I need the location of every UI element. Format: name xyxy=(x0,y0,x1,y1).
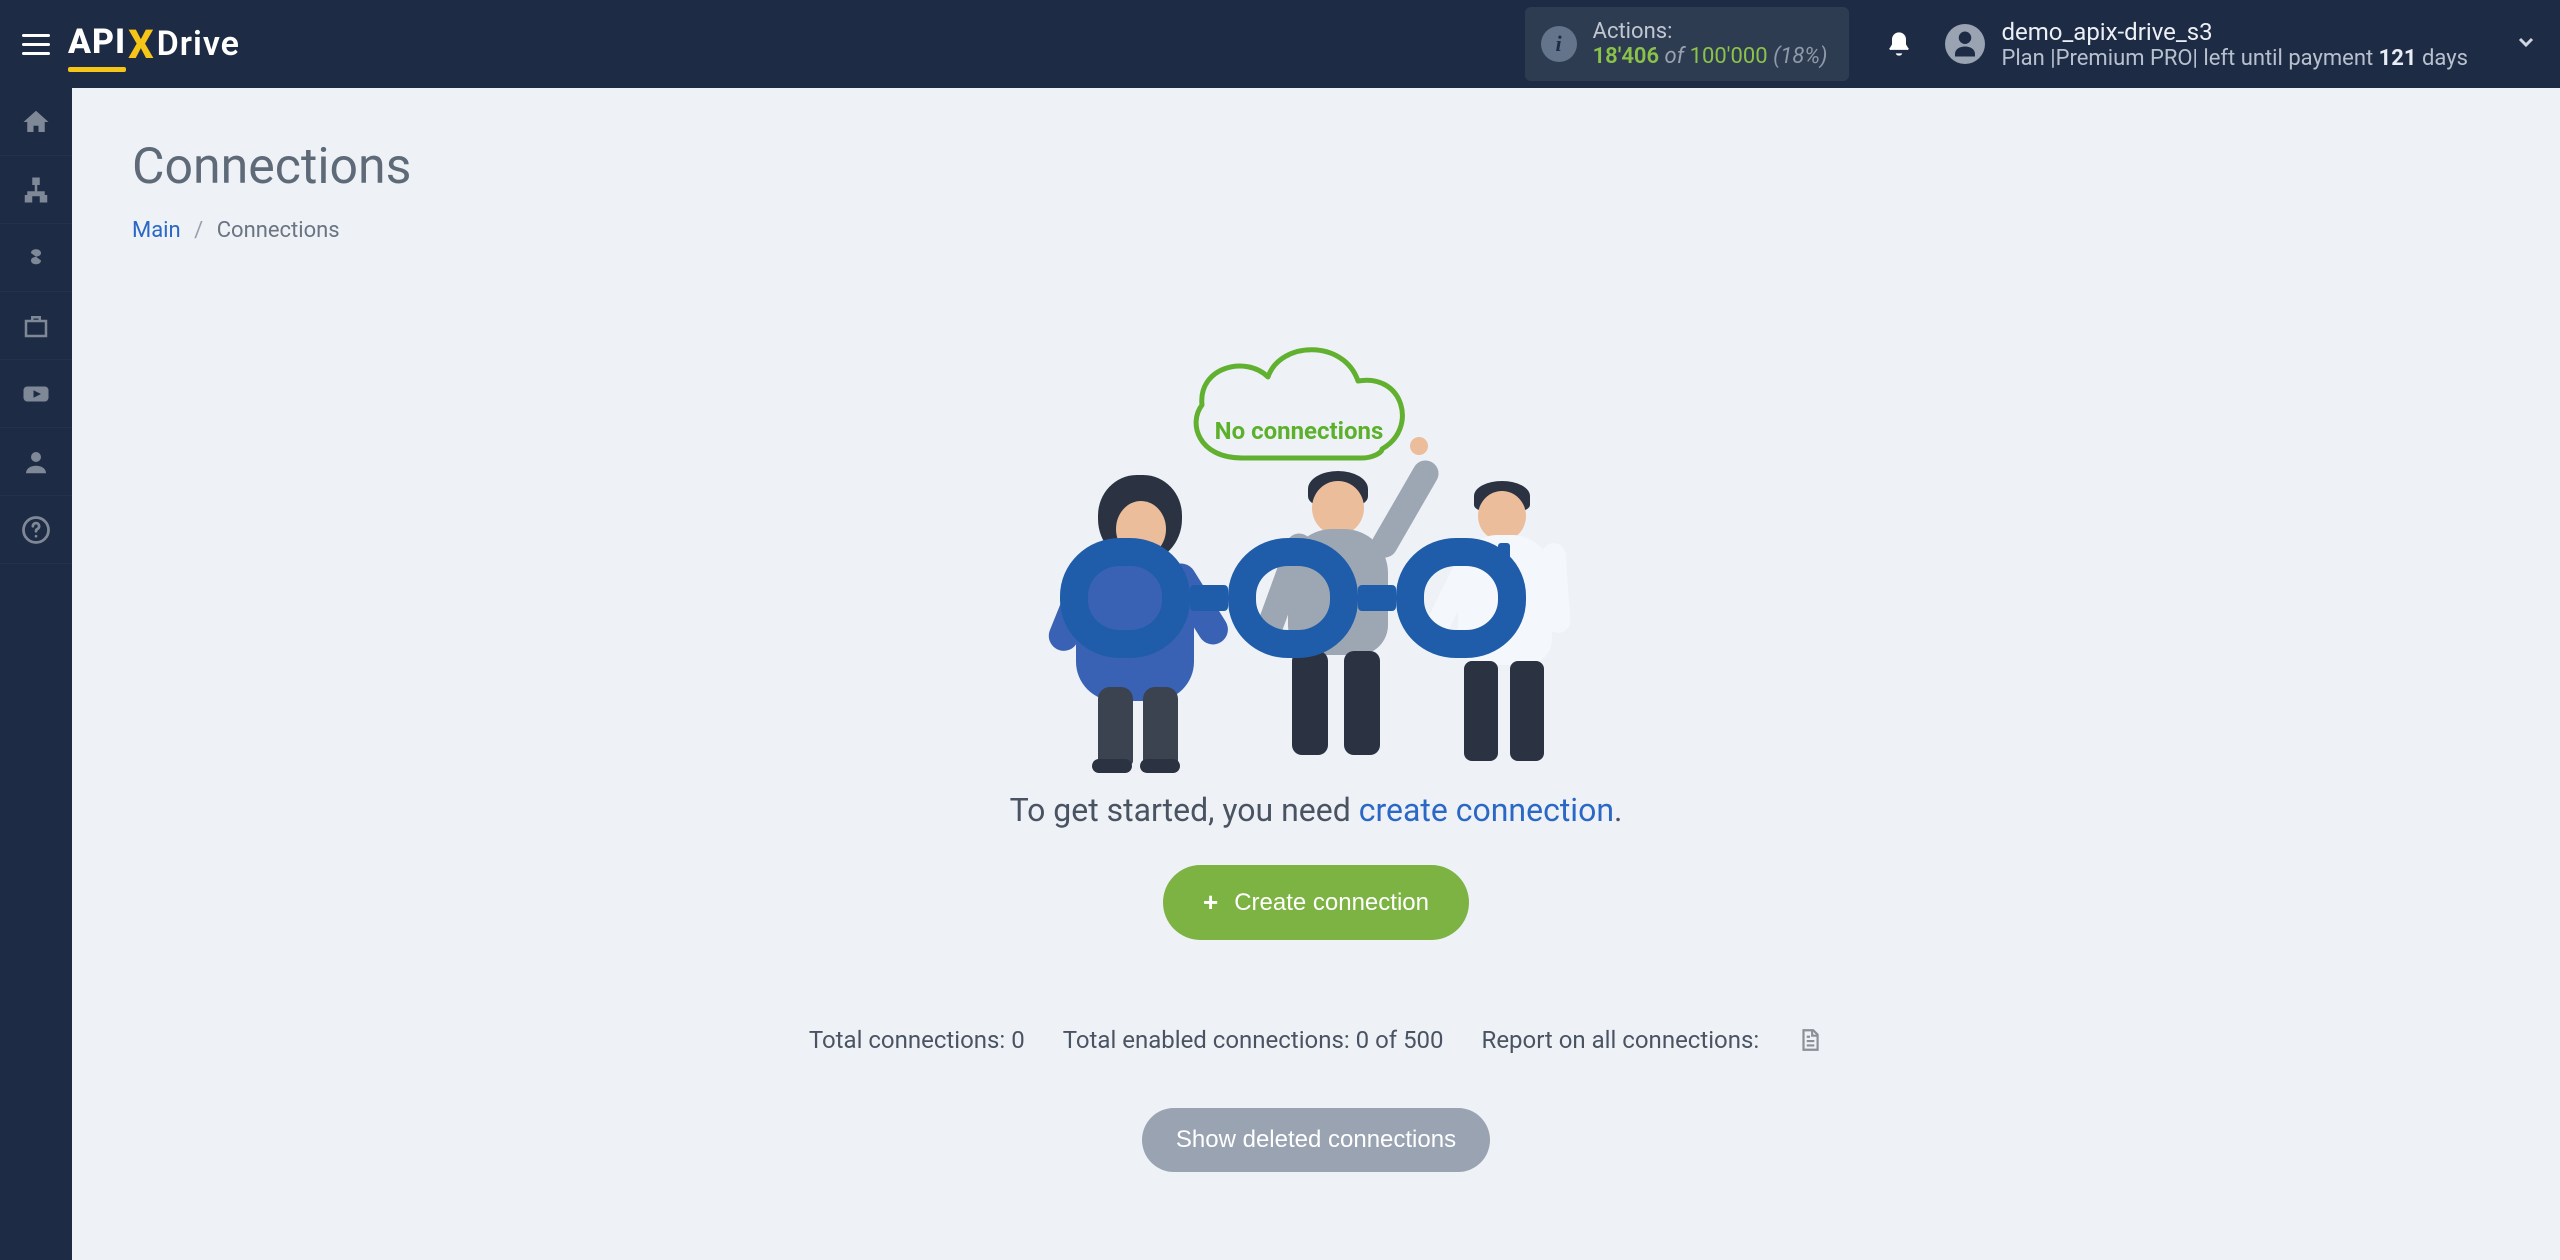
show-deleted-button[interactable]: Show deleted connections xyxy=(1142,1108,1490,1172)
breadcrumb: Main / Connections xyxy=(132,218,2500,243)
breadcrumb-separator: / xyxy=(194,218,203,243)
connection-stats: Total connections: 0 Total enabled conne… xyxy=(809,1026,1823,1054)
sitemap-icon xyxy=(21,175,51,205)
notifications-button[interactable] xyxy=(1879,30,1919,58)
brand-x-icon: X xyxy=(128,21,154,68)
chevron-down-icon xyxy=(2514,30,2538,58)
sidebar-item-account[interactable] xyxy=(0,428,72,496)
user-icon xyxy=(21,447,51,477)
menu-toggle-button[interactable] xyxy=(22,27,56,61)
info-icon: i xyxy=(1541,26,1577,62)
total-connections: Total connections: 0 xyxy=(809,1026,1025,1054)
page-title: Connections xyxy=(132,138,2500,196)
sidebar-item-connections[interactable] xyxy=(0,156,72,224)
brand-text-drive: Drive xyxy=(157,24,240,64)
create-connection-link[interactable]: create connection xyxy=(1359,791,1614,829)
top-header: API X Drive i Actions: 18'406 of 100'000… xyxy=(0,0,2560,88)
briefcase-icon xyxy=(21,311,51,341)
show-deleted-button-label: Show deleted connections xyxy=(1176,1126,1456,1153)
sidebar xyxy=(0,88,72,1260)
account-menu[interactable]: demo_apix-drive_s3 Plan |Premium PRO| le… xyxy=(1945,18,2538,71)
sidebar-item-payments[interactable] xyxy=(0,224,72,292)
report-connections: Report on all connections: xyxy=(1482,1026,1760,1054)
actions-label: Actions: xyxy=(1593,19,1828,44)
bell-icon xyxy=(1885,30,1913,58)
sidebar-item-video[interactable] xyxy=(0,360,72,428)
breadcrumb-main-link[interactable]: Main xyxy=(132,218,181,243)
actions-usage-box[interactable]: i Actions: 18'406 of 100'000 (18%) xyxy=(1525,7,1850,81)
brand-logo[interactable]: API X Drive xyxy=(68,21,240,68)
create-connection-button-label: Create connection xyxy=(1234,889,1429,917)
account-plan: Plan |Premium PRO| left until payment 12… xyxy=(2001,46,2468,71)
actions-counts: 18'406 of 100'000 (18%) xyxy=(1593,44,1828,69)
sidebar-item-help[interactable] xyxy=(0,496,72,564)
home-icon xyxy=(21,107,51,137)
report-file-icon[interactable] xyxy=(1797,1027,1823,1053)
breadcrumb-current: Connections xyxy=(217,218,340,243)
chain-icon xyxy=(1060,538,1526,658)
plus-icon: + xyxy=(1203,887,1218,918)
brand-text-api: API xyxy=(68,22,126,66)
avatar-icon xyxy=(1945,24,1985,64)
enabled-connections: Total enabled connections: 0 of 500 xyxy=(1063,1026,1444,1054)
dollar-icon xyxy=(21,243,51,273)
sidebar-item-tools[interactable] xyxy=(0,292,72,360)
empty-lead-text: To get started, you need create connecti… xyxy=(1010,791,1623,829)
youtube-icon xyxy=(21,379,51,409)
help-icon xyxy=(21,515,51,545)
sidebar-item-home[interactable] xyxy=(0,88,72,156)
main-content: Connections Main / Connections No connec… xyxy=(72,88,2560,1260)
empty-illustration: No connections xyxy=(1036,333,1596,773)
create-connection-button[interactable]: + Create connection xyxy=(1163,865,1469,940)
account-text: demo_apix-drive_s3 Plan |Premium PRO| le… xyxy=(2001,18,2468,71)
account-name: demo_apix-drive_s3 xyxy=(2001,18,2468,46)
